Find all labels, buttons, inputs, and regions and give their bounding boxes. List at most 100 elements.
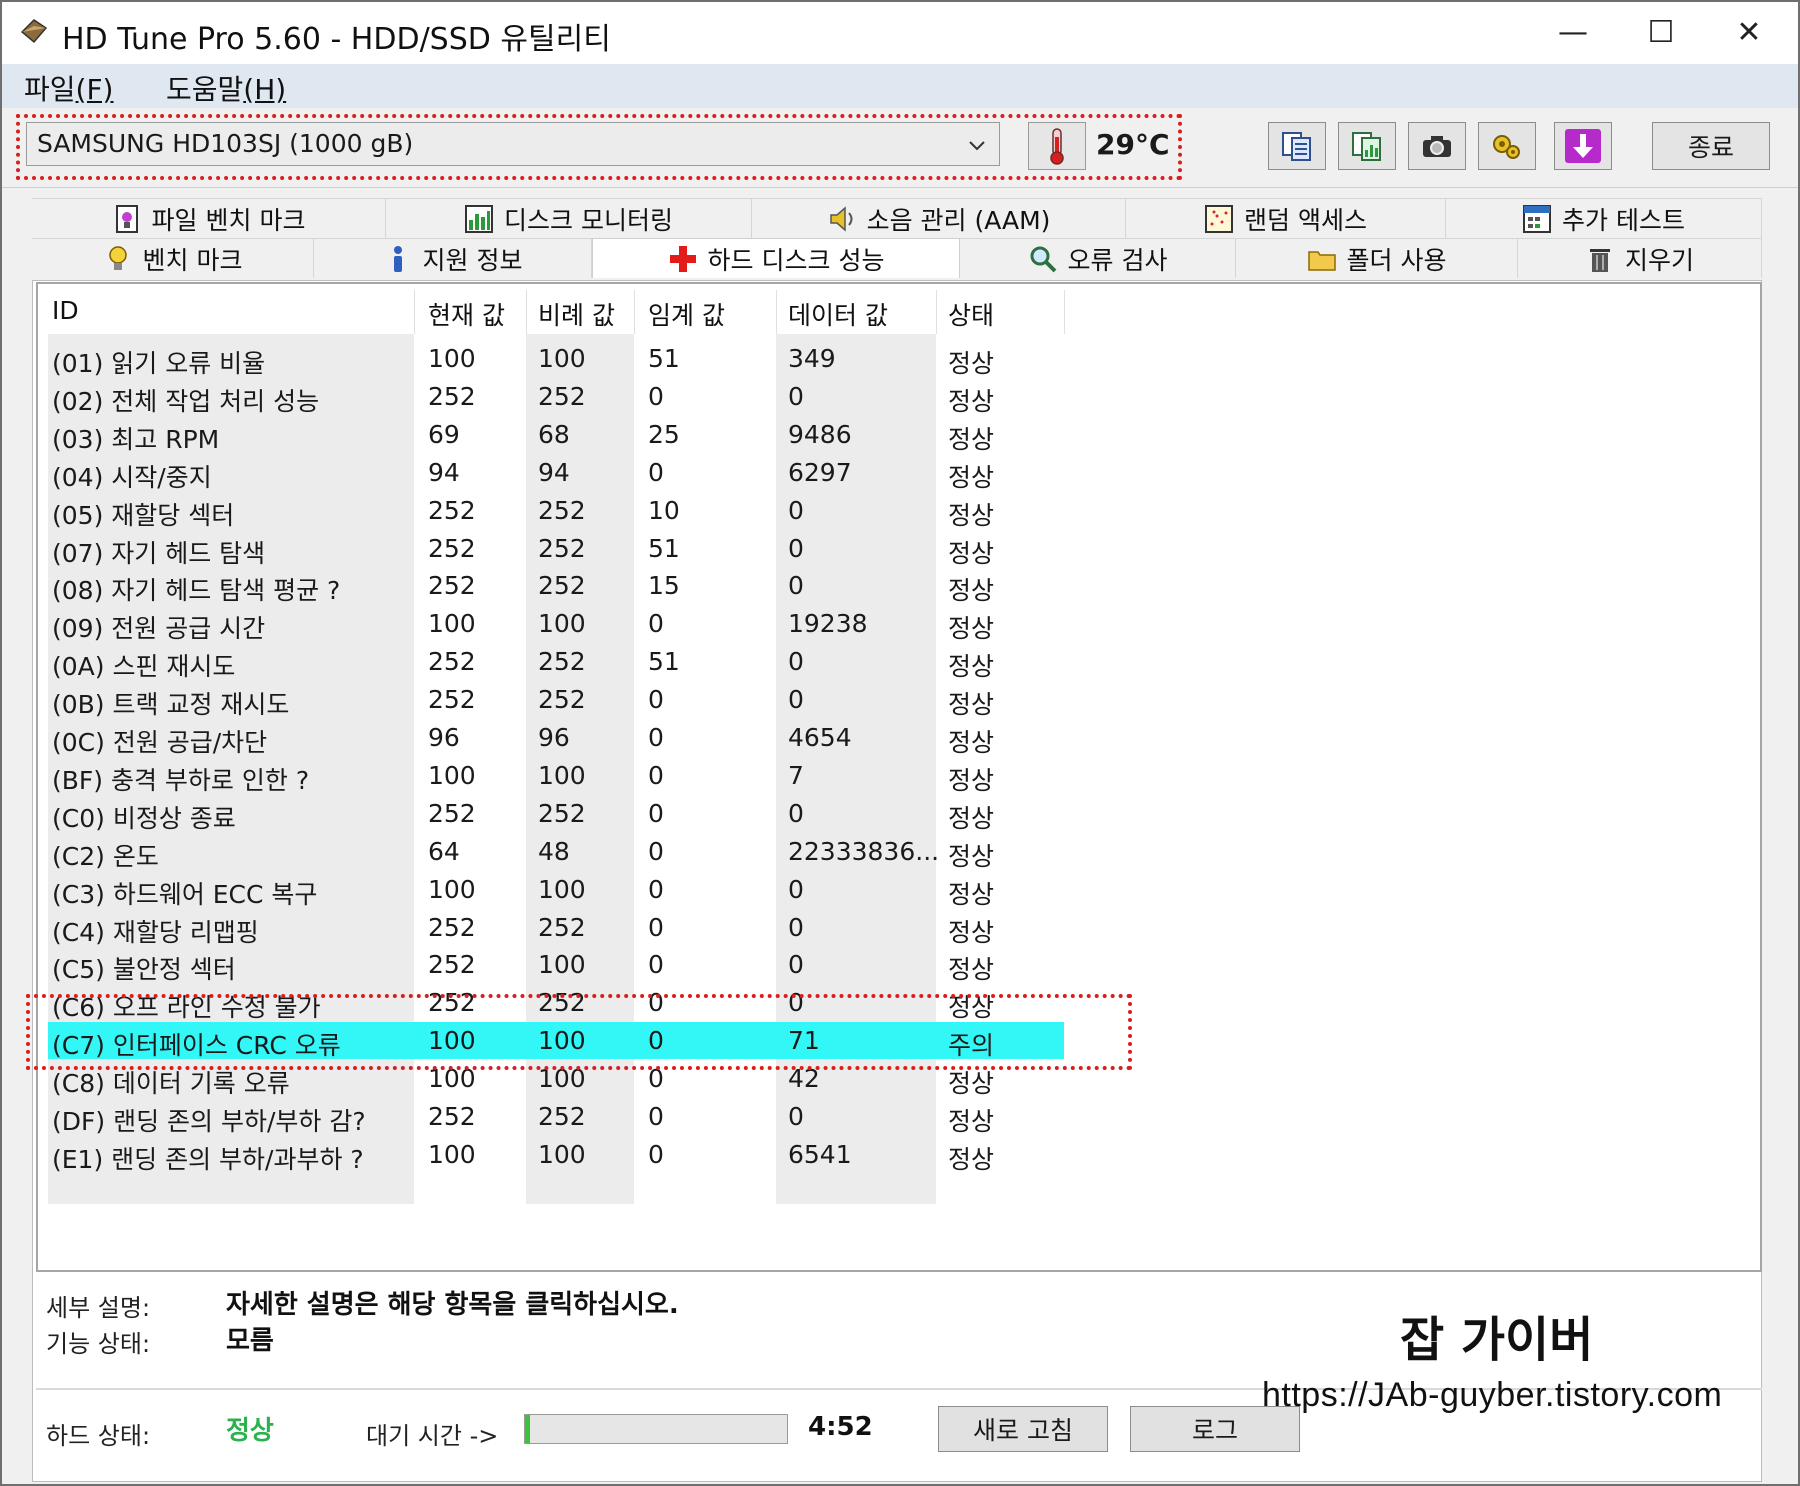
table-row[interactable]: (C6) 오프 라인 수정 불가 252 252 0 0 정상: [48, 984, 1064, 1023]
temperature-button[interactable]: [1028, 122, 1086, 170]
cell-status: 정상: [948, 576, 995, 606]
lightbulb-icon: [108, 245, 127, 270]
table-row[interactable]: (C0) 비정상 종료 252 252 0 0 정상: [48, 795, 1064, 833]
table-row[interactable]: (C3) 하드웨어 ECC 복구 100 100 0 0 정상: [48, 871, 1064, 909]
cell-current: 96: [428, 723, 460, 752]
table-row[interactable]: (C8) 데이터 기록 오류 100 100 0 42 정상: [48, 1060, 1064, 1099]
header-threshold[interactable]: 임계 값: [648, 296, 725, 332]
tab-file-benchmark[interactable]: 파일 벤치 마크: [32, 198, 386, 238]
table-row[interactable]: (C2) 온도 64 48 0 22333836... 정상: [48, 833, 1064, 871]
cell-status: 정상: [948, 879, 995, 909]
cell-id: (C2) 온도: [52, 841, 159, 871]
speaker-icon: [829, 205, 853, 232]
tab-erase[interactable]: 지우기: [1518, 238, 1762, 278]
save-download-button[interactable]: [1554, 122, 1612, 170]
drive-select[interactable]: SAMSUNG HD103SJ (1000 gB): [26, 122, 1000, 166]
maximize-button[interactable]: ☐: [1626, 2, 1696, 62]
cell-data: 0: [788, 571, 804, 601]
cell-current: 252: [428, 685, 476, 715]
table-row-selected[interactable]: (C7) 인터페이스 CRC 오류 100 100 0 71 주의: [48, 1022, 1064, 1060]
options-icon: [1493, 135, 1520, 159]
cell-threshold: 0: [648, 381, 664, 411]
cell-id: (02) 전체 작업 처리 성능: [52, 386, 320, 416]
table-row[interactable]: (0B) 트랙 교정 재시도 252 252 0 0 정상: [48, 681, 1064, 719]
cell-data: 0: [788, 912, 804, 942]
cell-threshold: 15: [648, 571, 680, 601]
cell-threshold: 0: [648, 836, 664, 866]
table-row[interactable]: (E1) 랜딩 존의 부하/과부하 ? 100 100 0 6541 정상: [48, 1136, 1064, 1174]
tab-folder-usage[interactable]: 폴더 사용: [1236, 238, 1518, 278]
close-button[interactable]: ✕: [1714, 2, 1784, 62]
health-label: 하드 상태:: [46, 1422, 151, 1450]
table-row[interactable]: (0A) 스핀 재시도 252 252 51 0 정상: [48, 643, 1064, 681]
cell-status: 정상: [948, 614, 995, 644]
tab-extra-tests[interactable]: 추가 테스트: [1446, 198, 1762, 238]
menu-file[interactable]: 파일(F): [24, 68, 113, 108]
table-row[interactable]: (01) 읽기 오류 비율 100 100 51 349 정상: [48, 340, 1064, 378]
cell-current: 252: [428, 495, 476, 525]
table-row[interactable]: (09) 전원 공급 시간 100 100 0 19238 정상: [48, 605, 1064, 644]
table-row[interactable]: (03) 최고 RPM 69 68 25 9486 정상: [48, 416, 1064, 454]
table-row[interactable]: (04) 시작/중지 94 94 0 6297 정상: [48, 454, 1064, 492]
tab-label: 랜덤 액세스: [1244, 205, 1367, 235]
table-row[interactable]: (C5) 불안정 섹터 252 100 0 0 정상: [48, 946, 1064, 985]
table-row[interactable]: (BF) 충격 부하로 인한 ? 100 100 0 7 정상: [48, 757, 1064, 795]
header-status[interactable]: 상태: [948, 296, 994, 332]
health-cross-icon: [669, 245, 696, 272]
cell-current: 252: [428, 798, 476, 828]
cell-current: 252: [428, 1102, 476, 1131]
menu-help[interactable]: 도움말(H): [166, 68, 286, 108]
cell-id: (C6) 오프 라인 수정 불가: [52, 993, 321, 1023]
cell-status: 정상: [948, 349, 995, 378]
table-row[interactable]: (C4) 재할당 리맵핑 252 252 0 0 정상: [48, 909, 1064, 947]
table-row[interactable]: (08) 자기 헤드 탐색 평균 ? 252 252 15 0 정상: [48, 567, 1064, 606]
tab-error-scan[interactable]: 오류 검사: [960, 238, 1236, 278]
cell-status: 정상: [948, 955, 995, 985]
tab-info[interactable]: 지원 정보: [314, 238, 592, 278]
tab-disk-monitor[interactable]: 디스크 모니터링: [386, 198, 752, 238]
cell-status: 정상: [948, 1144, 995, 1174]
header-current[interactable]: 현재 값: [428, 296, 505, 332]
watermark-title: 잡 가이버: [1400, 1312, 1594, 1368]
tab-noise-aam[interactable]: 소음 관리 (AAM): [752, 198, 1126, 238]
cell-worst: 252: [538, 647, 586, 677]
tab-health[interactable]: 하드 디스크 성능: [592, 238, 960, 278]
cell-threshold: 0: [648, 874, 664, 904]
cell-data: 0: [788, 495, 804, 525]
table-row[interactable]: (02) 전체 작업 처리 성능 252 252 0 0 정상: [48, 378, 1064, 416]
cell-data: 4654: [788, 723, 852, 752]
cell-worst: 252: [538, 685, 586, 715]
cell-data: 0: [788, 950, 804, 980]
cell-threshold: 25: [648, 419, 680, 449]
menu-bar: 파일(F) 도움말(H): [2, 64, 1798, 108]
tab-benchmark[interactable]: 벤치 마크: [32, 238, 314, 278]
copy-screen-button[interactable]: [1338, 122, 1396, 170]
cell-threshold: 0: [648, 950, 664, 980]
tab-random-access[interactable]: 랜덤 액세스: [1126, 198, 1446, 238]
table-row[interactable]: (07) 자기 헤드 탐색 252 252 51 0 정상: [48, 530, 1064, 568]
refresh-button[interactable]: 새로 고침: [938, 1406, 1108, 1452]
cell-threshold: 51: [648, 647, 680, 677]
smart-attribute-list[interactable]: ID 현재 값 비례 값 임계 값 데이터 값 상태 (01) 읽기 오류 비율…: [36, 282, 1762, 1272]
folder-icon: [1307, 250, 1336, 271]
cell-current: 64: [428, 836, 460, 866]
minimize-button[interactable]: —: [1538, 2, 1608, 62]
options-button[interactable]: [1478, 122, 1536, 170]
header-id[interactable]: ID: [52, 296, 79, 325]
cell-current: 100: [428, 609, 476, 639]
table-row[interactable]: (05) 재할당 섹터 252 252 10 0 정상: [48, 492, 1064, 530]
cell-id: (0C) 전원 공급/차단: [52, 728, 268, 757]
tab-label: 오류 검사: [1067, 245, 1168, 275]
cell-status: 정상: [948, 803, 995, 833]
watermark-url: https://JAb-guyber.tistory.com: [1262, 1376, 1723, 1414]
cell-status: 정상: [948, 1069, 995, 1099]
header-data[interactable]: 데이터 값: [788, 296, 888, 332]
cell-id: (DF) 랜딩 존의 부하/부하 감?: [52, 1107, 366, 1136]
copy-info-button[interactable]: [1268, 122, 1326, 170]
table-row[interactable]: (0C) 전원 공급/차단 96 96 0 4654 정상: [48, 719, 1064, 757]
table-row[interactable]: (DF) 랜딩 존의 부하/부하 감? 252 252 0 0 정상: [48, 1098, 1064, 1136]
screenshot-button[interactable]: [1408, 122, 1466, 170]
header-worst[interactable]: 비례 값: [538, 296, 615, 332]
exit-button[interactable]: 종료: [1652, 122, 1770, 170]
cell-current: 252: [428, 912, 476, 942]
